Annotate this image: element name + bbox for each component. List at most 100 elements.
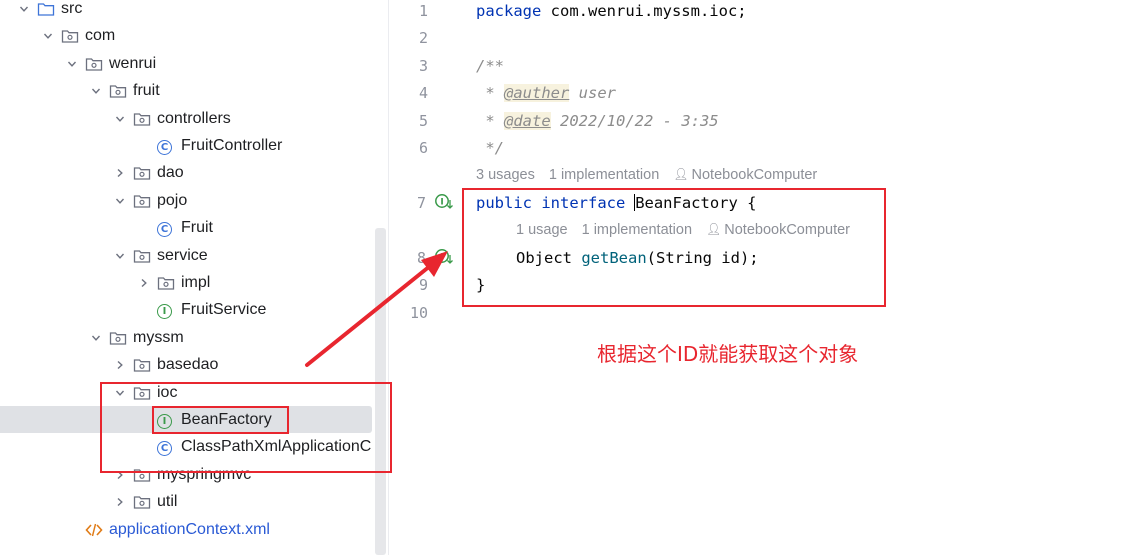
- line-number: 2: [418, 29, 428, 47]
- interface-name: BeanFactory: [635, 194, 738, 212]
- code-line-1[interactable]: package com.wenrui.myssm.ioc;: [476, 2, 747, 20]
- package-folder-icon: [157, 274, 175, 292]
- tree-item[interactable]: C FruitController: [0, 132, 374, 159]
- tree-item-label: FruitController: [181, 136, 283, 154]
- package-folder-icon: [133, 192, 151, 210]
- comment-star: *: [476, 84, 504, 102]
- tree-scrollbar[interactable]: [375, 228, 386, 555]
- tree-item[interactable]: controllers: [0, 105, 374, 132]
- chevron-right-icon[interactable]: [115, 168, 125, 178]
- inlay-hint-interface[interactable]: 3 usages 1 implementation 👤︎ NotebookComput…: [476, 167, 817, 183]
- code-line-6[interactable]: */: [476, 139, 504, 157]
- tree-item-label: wenrui: [109, 54, 157, 72]
- keyword: interface: [541, 194, 626, 212]
- usages-hint[interactable]: 3 usages: [476, 167, 535, 183]
- package-folder-icon: [109, 329, 127, 347]
- tree-item-label: myspringmvc: [157, 465, 252, 483]
- tree-item-label: FruitService: [181, 300, 267, 318]
- tree-item-label: basedao: [157, 355, 219, 373]
- chevron-down-icon[interactable]: [19, 4, 29, 14]
- package-folder-icon: [133, 247, 151, 265]
- tree-item-label: service: [157, 246, 208, 264]
- implementations-hint[interactable]: 1 implementation: [582, 222, 692, 238]
- tree-item[interactable]: service: [0, 242, 374, 269]
- method-args: (String id);: [646, 249, 759, 267]
- author-hint[interactable]: NotebookComputer: [692, 167, 818, 183]
- comment-text: user: [569, 84, 616, 102]
- chevron-down-icon[interactable]: [115, 251, 125, 261]
- chevron-right-icon[interactable]: [139, 278, 149, 288]
- tree-item[interactable]: com: [0, 22, 374, 49]
- implemented-gutter-icon[interactable]: I: [434, 248, 454, 266]
- tree-item[interactable]: src: [0, 0, 374, 22]
- line-number: 8: [416, 249, 426, 267]
- chevron-down-icon[interactable]: [43, 31, 53, 41]
- method-name: getBean: [581, 249, 647, 267]
- tree-item-label: src: [61, 0, 83, 17]
- chevron-down-icon[interactable]: [91, 333, 101, 343]
- tree-item[interactable]: wenrui: [0, 50, 374, 77]
- package-name: com.wenrui.myssm.ioc;: [541, 2, 747, 20]
- chevron-down-icon[interactable]: [91, 86, 101, 96]
- tree-item[interactable]: pojo: [0, 187, 374, 214]
- tree-item[interactable]: impl: [0, 269, 374, 296]
- interface-icon: I: [157, 301, 175, 319]
- interface-icon: I: [157, 411, 175, 429]
- tree-item[interactable]: basedao: [0, 351, 374, 378]
- code-line-9[interactable]: }: [476, 276, 485, 294]
- return-type: Object: [516, 249, 582, 267]
- chevron-down-icon[interactable]: [67, 59, 77, 69]
- tree-item-label: util: [157, 492, 178, 510]
- tree-item[interactable]: util: [0, 488, 374, 515]
- tree-item[interactable]: dao: [0, 159, 374, 186]
- tree-item[interactable]: myssm: [0, 324, 374, 351]
- tree-item[interactable]: myspringmvc: [0, 461, 374, 488]
- tree-item[interactable]: I FruitService: [0, 296, 374, 323]
- tree-item[interactable]: applicationContext.xml: [0, 516, 374, 543]
- keyword: package: [476, 2, 542, 20]
- tree-item[interactable]: C ClassPathXmlApplicationC: [0, 433, 374, 460]
- code-line-3[interactable]: /**: [476, 57, 504, 75]
- chevron-down-icon[interactable]: [115, 388, 125, 398]
- tree-item-label: fruit: [133, 81, 160, 99]
- package-folder-icon: [133, 493, 151, 511]
- chevron-right-icon[interactable]: [115, 470, 125, 480]
- tree-item[interactable]: I BeanFactory: [0, 406, 372, 433]
- javadoc-tag: @date: [504, 112, 551, 130]
- author-hint[interactable]: NotebookComputer: [724, 222, 850, 238]
- line-number: 6: [418, 139, 428, 157]
- code-line-7[interactable]: public interface BeanFactory {: [476, 194, 757, 212]
- line-number: 5: [418, 112, 428, 130]
- tree-item[interactable]: ioc: [0, 379, 374, 406]
- chevron-right-icon[interactable]: [115, 497, 125, 507]
- svg-text:I: I: [440, 198, 443, 208]
- package-folder-icon: [133, 466, 151, 484]
- implemented-gutter-icon[interactable]: I: [434, 193, 454, 211]
- class-icon: C: [157, 438, 175, 456]
- implementations-hint[interactable]: 1 implementation: [549, 167, 659, 183]
- tree-item-label: com: [85, 26, 116, 44]
- class-icon: C: [157, 219, 175, 237]
- class-icon: C: [157, 137, 175, 155]
- tree-item-label: dao: [157, 163, 184, 181]
- tree-item-label: pojo: [157, 191, 188, 209]
- inlay-hint-method[interactable]: 1 usage 1 implementation 👤︎ NotebookCompute…: [516, 222, 850, 238]
- person-icon: 👤︎: [706, 222, 722, 236]
- code-line-8[interactable]: Object getBean(String id);: [516, 249, 759, 267]
- chevron-right-icon[interactable]: [115, 360, 125, 370]
- chevron-down-icon[interactable]: [115, 196, 125, 206]
- tree-item[interactable]: C Fruit: [0, 214, 374, 241]
- usages-hint[interactable]: 1 usage: [516, 222, 568, 238]
- tree-item[interactable]: fruit: [0, 77, 374, 104]
- code-line-5[interactable]: * @date 2022/10/22 - 3:35: [476, 112, 719, 130]
- tree-item-label: ioc: [157, 383, 178, 401]
- xml-file-icon: [85, 521, 103, 539]
- code-line-4[interactable]: * @auther user: [476, 84, 616, 102]
- chevron-down-icon[interactable]: [115, 114, 125, 124]
- package-folder-icon: [133, 356, 151, 374]
